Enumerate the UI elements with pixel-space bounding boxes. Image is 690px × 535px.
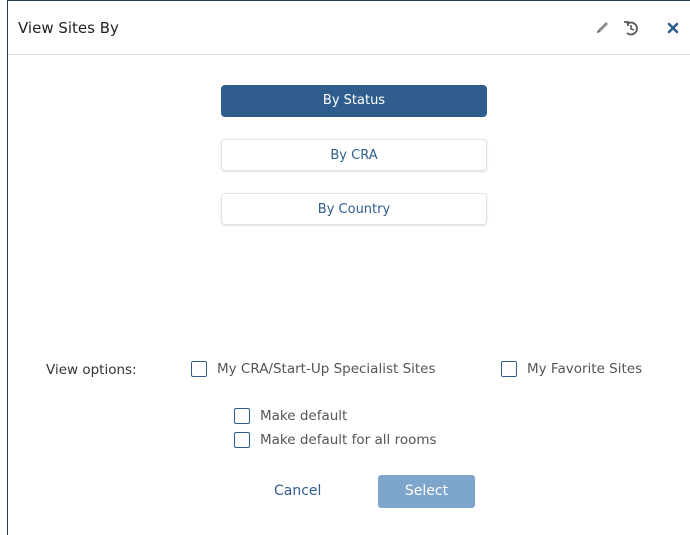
by-cra-button[interactable]: By CRA [221,139,487,171]
undo-icon[interactable] [621,18,641,38]
by-country-button[interactable]: By Country [221,193,487,225]
view-options-label: View options: [46,362,137,378]
cancel-button[interactable]: Cancel [274,483,321,499]
my-cra-sites-option[interactable]: My CRA/Start-Up Specialist Sites [191,361,436,377]
by-status-button[interactable]: By Status [221,85,487,117]
select-button[interactable]: Select [378,475,475,508]
view-sites-dialog: View Sites By By Status By CRA By Countr… [7,0,690,535]
close-icon[interactable] [664,18,684,38]
make-default-option[interactable]: Make default [234,408,347,424]
make-default-all-label: Make default for all rooms [260,432,437,448]
my-favorite-sites-label: My Favorite Sites [527,361,643,377]
my-favorite-sites-option[interactable]: My Favorite Sites [501,361,642,377]
dialog-header: View Sites By [8,1,690,55]
my-cra-sites-label: My CRA/Start-Up Specialist Sites [217,361,436,377]
make-default-checkbox[interactable] [234,408,250,424]
pencil-icon[interactable] [593,18,613,38]
my-favorite-sites-checkbox[interactable] [501,361,517,377]
make-default-label: Make default [260,408,348,424]
my-cra-sites-checkbox[interactable] [191,361,207,377]
make-default-all-checkbox[interactable] [234,432,250,448]
dialog-title: View Sites By [18,19,119,37]
make-default-all-option[interactable]: Make default for all rooms [234,432,437,448]
